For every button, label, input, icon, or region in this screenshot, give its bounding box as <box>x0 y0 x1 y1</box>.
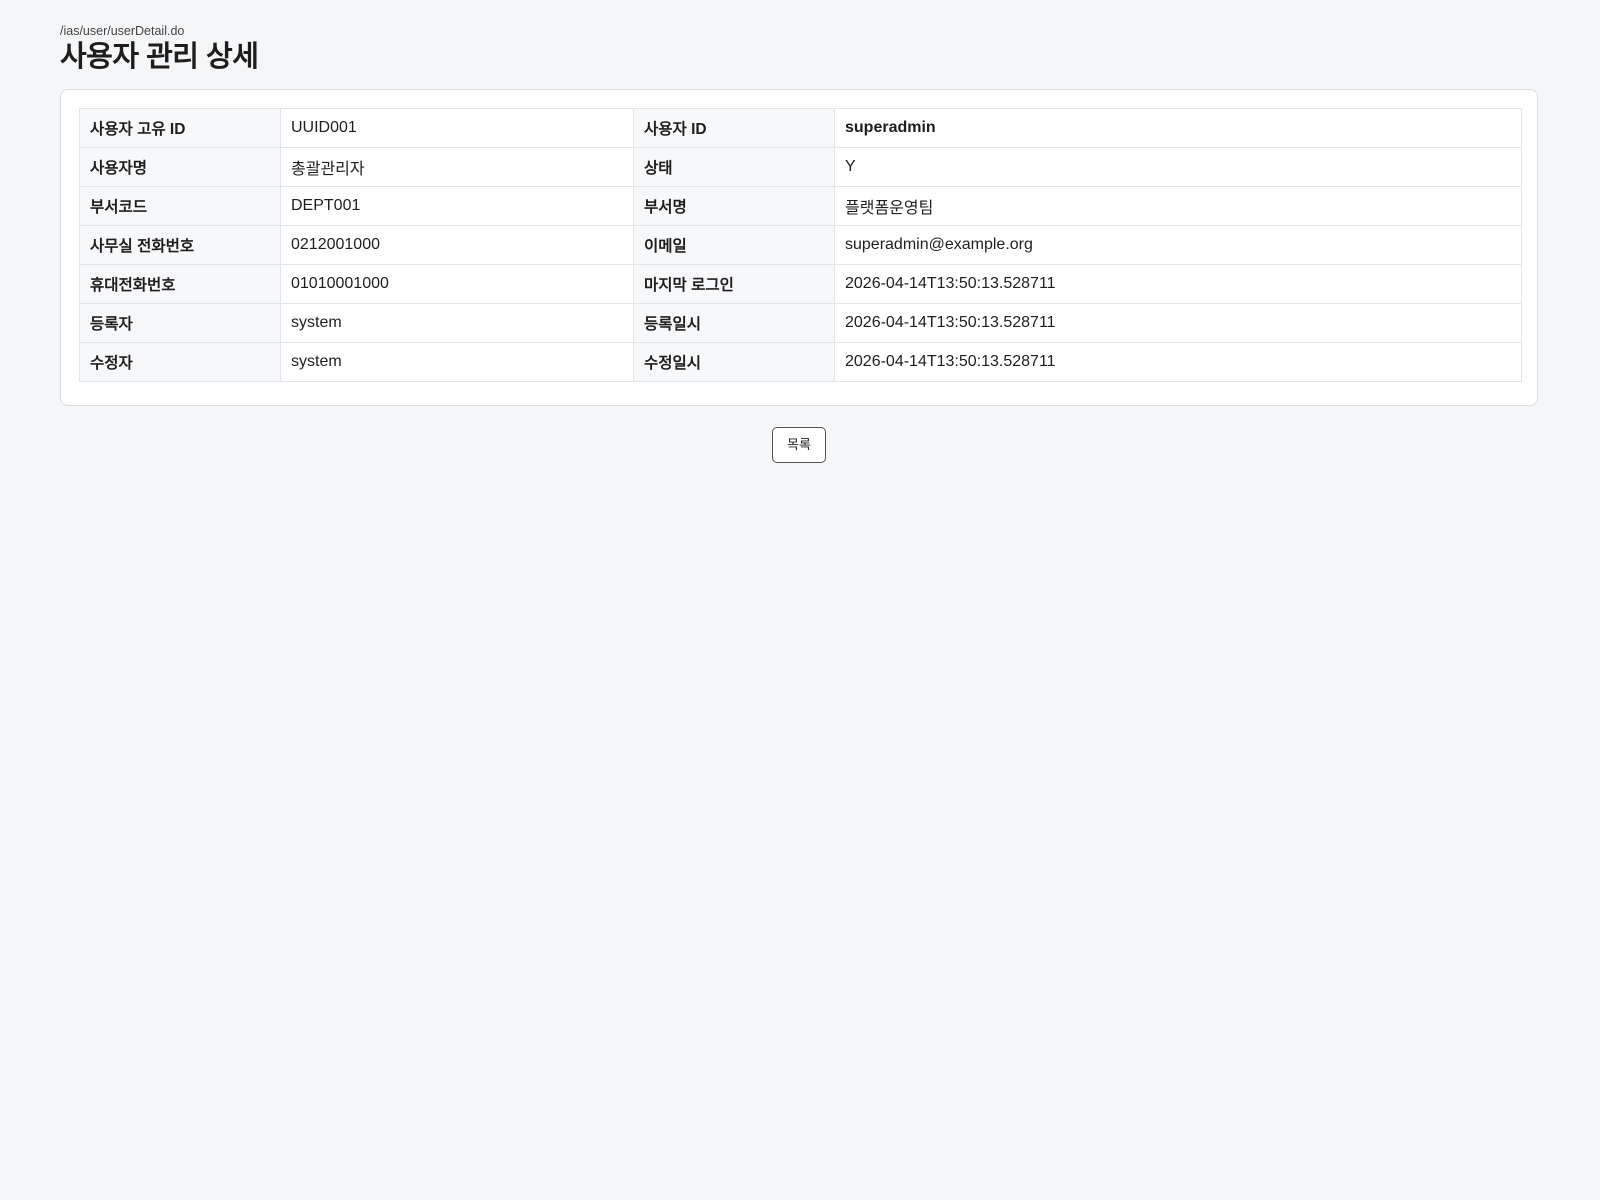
url-path: /ias/user/userDetail.do <box>60 24 185 38</box>
table-row: 사용자명 총괄관리자 상태 Y <box>79 147 1522 187</box>
field-label-last-login: 마지막 로그인 <box>633 264 835 304</box>
table-row: 휴대전화번호 01010001000 마지막 로그인 2026-04-14T13… <box>79 264 1522 304</box>
field-label-user-uuid: 사용자 고유 ID <box>79 108 281 148</box>
field-label-registered-at: 등록일시 <box>633 303 835 343</box>
action-bar: 목록 <box>60 427 1538 463</box>
table-row: 사무실 전화번호 0212001000 이메일 superadmin@examp… <box>79 225 1522 265</box>
field-value-status: Y <box>834 147 1522 187</box>
field-label-dept-name: 부서명 <box>633 186 835 226</box>
field-label-email: 이메일 <box>633 225 835 265</box>
field-value-office-phone: 0212001000 <box>280 225 634 265</box>
page-title: 사용자 관리 상세 <box>60 41 259 73</box>
field-value-user-name: 총괄관리자 <box>280 147 634 187</box>
list-button[interactable]: 목록 <box>772 427 826 463</box>
field-value-registered-at: 2026-04-14T13:50:13.528711 <box>834 303 1522 343</box>
field-value-dept-code: DEPT001 <box>280 186 634 226</box>
field-label-user-id: 사용자 ID <box>633 108 835 148</box>
field-label-registered-by: 등록자 <box>79 303 281 343</box>
field-value-mobile-phone: 01010001000 <box>280 264 634 304</box>
field-label-modified-at: 수정일시 <box>633 342 835 382</box>
table-row: 사용자 고유 ID UUID001 사용자 ID superadmin <box>79 108 1522 148</box>
detail-table: 사용자 고유 ID UUID001 사용자 ID superadmin 사용자명… <box>79 108 1522 382</box>
field-label-dept-code: 부서코드 <box>79 186 281 226</box>
field-label-user-name: 사용자명 <box>79 147 281 187</box>
field-value-user-id: superadmin <box>834 108 1522 148</box>
field-label-mobile-phone: 휴대전화번호 <box>79 264 281 304</box>
field-label-status: 상태 <box>633 147 835 187</box>
field-label-office-phone: 사무실 전화번호 <box>79 225 281 265</box>
field-value-email: superadmin@example.org <box>834 225 1522 265</box>
table-row: 수정자 system 수정일시 2026-04-14T13:50:13.5287… <box>79 342 1522 382</box>
field-value-modified-at: 2026-04-14T13:50:13.528711 <box>834 342 1522 382</box>
page-container: /ias/user/userDetail.do 사용자 관리 상세 사용자 고유… <box>60 24 1540 463</box>
field-label-modified-by: 수정자 <box>79 342 281 382</box>
field-value-modified-by: system <box>280 342 634 382</box>
field-value-last-login: 2026-04-14T13:50:13.528711 <box>834 264 1522 304</box>
field-value-dept-name: 플랫폼운영팀 <box>834 186 1522 226</box>
field-value-registered-by: system <box>280 303 634 343</box>
field-value-user-uuid: UUID001 <box>280 108 634 148</box>
detail-card: 사용자 고유 ID UUID001 사용자 ID superadmin 사용자명… <box>60 89 1538 406</box>
table-row: 부서코드 DEPT001 부서명 플랫폼운영팀 <box>79 186 1522 226</box>
table-row: 등록자 system 등록일시 2026-04-14T13:50:13.5287… <box>79 303 1522 343</box>
